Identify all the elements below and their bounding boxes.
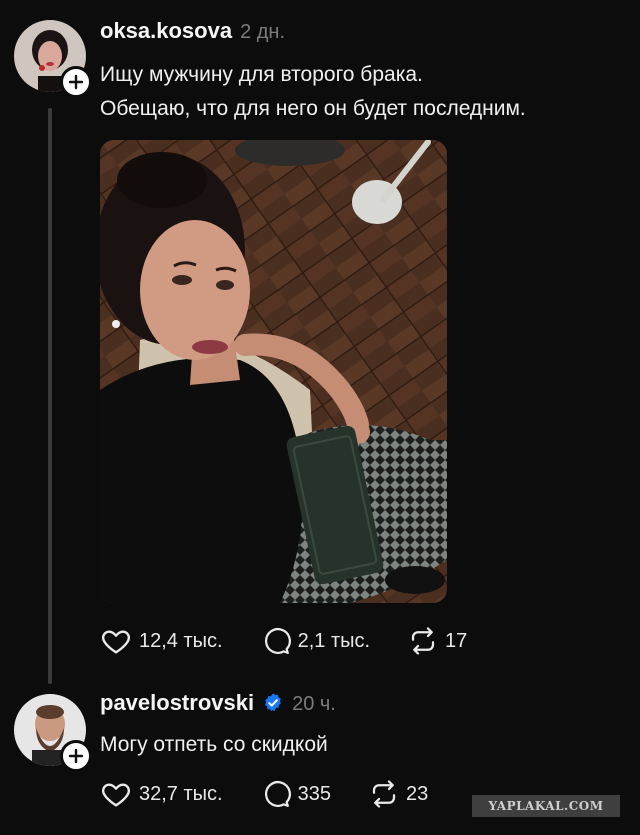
follow-button[interactable] <box>60 66 92 98</box>
comment-button[interactable]: 335 <box>261 779 331 809</box>
post-text-line-1: Ищу мужчину для второго брака. <box>100 63 423 86</box>
heart-icon <box>102 630 130 654</box>
repost-icon <box>411 627 435 655</box>
post-actions: 32,7 тыс. 335 23 <box>100 778 428 810</box>
comment-bubble-icon <box>264 781 291 807</box>
repost-count: 23 <box>405 782 429 805</box>
post-time: 20 ч. <box>292 693 336 715</box>
heart-icon <box>102 783 130 807</box>
repost-button[interactable]: 23 <box>369 779 428 809</box>
selfie-photo <box>100 140 447 603</box>
follow-button[interactable] <box>60 740 92 772</box>
repost-icon <box>372 780 396 808</box>
username[interactable]: oksa.kosova <box>100 18 232 44</box>
like-count: 32,7 тыс. <box>139 782 223 805</box>
post-text-line-2: Обещаю, что для него он будет последним. <box>100 97 526 120</box>
repost-button[interactable]: 17 <box>408 626 467 656</box>
plus-icon <box>68 74 84 90</box>
avatar-oksa-wrap[interactable] <box>14 20 92 98</box>
post-header: oksa.kosova 2 дн. <box>100 18 285 44</box>
like-count: 12,4 тыс. <box>139 629 223 652</box>
post-text: Ищу мужчину для второго брака. Обещаю, ч… <box>100 58 526 126</box>
comment-count: 335 <box>297 782 331 805</box>
repost-count: 17 <box>445 629 468 652</box>
verified-badge-icon <box>265 693 281 712</box>
watermark: YAPLAKAL.COM <box>472 795 620 817</box>
post-header: pavelostrovski 20 ч. <box>100 690 336 716</box>
comment-button[interactable]: 2,1 тыс. <box>261 626 370 656</box>
post-photo[interactable] <box>100 140 447 603</box>
like-button[interactable]: 12,4 тыс. <box>100 625 223 657</box>
post-text: Могу отпеть со скидкой <box>100 728 328 762</box>
comment-bubble-icon <box>264 628 291 654</box>
plus-icon <box>68 748 84 764</box>
username[interactable]: pavelostrovski <box>100 690 254 716</box>
post-oksa: oksa.kosova 2 дн. Ищу мужчину для второг… <box>0 0 640 690</box>
post-actions: 12,4 тыс. 2,1 тыс. 17 <box>100 625 467 657</box>
post-text-line-1: Могу отпеть со скидкой <box>100 733 328 756</box>
like-button[interactable]: 32,7 тыс. <box>100 778 223 810</box>
avatar-pavel-wrap[interactable] <box>14 694 92 772</box>
post-time: 2 дн. <box>240 21 286 43</box>
comment-count: 2,1 тыс. <box>297 629 371 652</box>
thread-line <box>48 108 52 684</box>
